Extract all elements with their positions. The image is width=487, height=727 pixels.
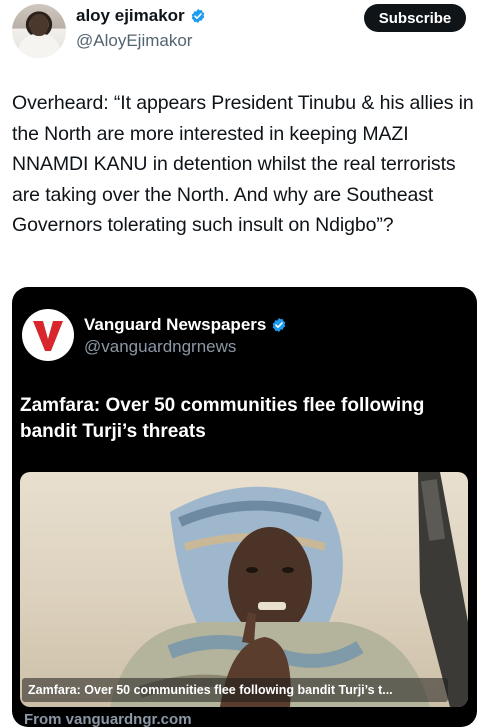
- tweet-text: Overheard: “It appears President Tinubu …: [12, 92, 474, 236]
- subscribe-button[interactable]: Subscribe: [364, 4, 466, 32]
- article-photo-illustration: [110, 472, 468, 707]
- photo-caption: Zamfara: Over 50 communities flee follow…: [22, 678, 448, 702]
- card-source-link[interactable]: From vanguardngr.com: [24, 711, 192, 727]
- avatar-shirt: [18, 34, 60, 58]
- vanguard-v-logo-icon: [33, 321, 63, 351]
- verified-badge-icon: [273, 318, 286, 332]
- card-headline[interactable]: Zamfara: Over 50 communities flee follow…: [20, 393, 460, 445]
- author-name-row[interactable]: aloy ejimakor: [76, 6, 206, 26]
- card-author-handle[interactable]: @vanguardngrnews: [84, 337, 236, 357]
- tweet-header: aloy ejimakor @AloyEjimakor Subscribe: [0, 0, 487, 70]
- author-name[interactable]: aloy ejimakor: [76, 6, 185, 26]
- verified-badge-icon: [191, 9, 204, 23]
- card-author-name[interactable]: Vanguard Newspapers: [84, 315, 266, 335]
- article-photo[interactable]: [20, 472, 468, 707]
- vanguard-logo: [22, 309, 74, 361]
- author-avatar[interactable]: [12, 4, 66, 58]
- author-handle[interactable]: @AloyEjimakor: [76, 31, 192, 51]
- card-name-row[interactable]: Vanguard Newspapers: [84, 315, 287, 335]
- avatar-face: [30, 14, 48, 36]
- quoted-post-card[interactable]: Vanguard Newspapers @vanguardngrnews Zam…: [12, 287, 477, 727]
